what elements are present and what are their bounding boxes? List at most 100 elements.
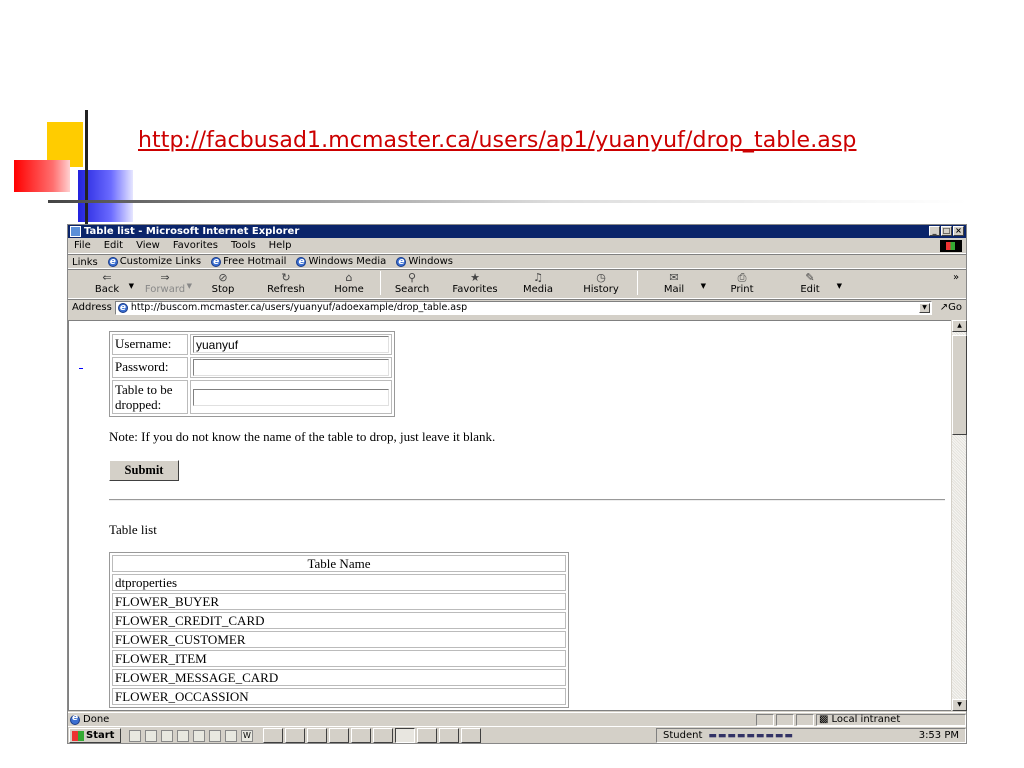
link-free-hotmail[interactable]: Free Hotmail <box>211 255 286 270</box>
back-arrow-icon: ⇐ <box>102 271 112 284</box>
minimize-button[interactable]: _ <box>929 226 940 236</box>
table-to-drop-field[interactable] <box>193 388 389 406</box>
print-icon: ⎙ <box>737 271 747 284</box>
task-button[interactable] <box>285 728 305 743</box>
word-icon[interactable]: W <box>241 729 253 742</box>
menu-help[interactable]: Help <box>269 238 292 253</box>
menu-file[interactable]: File <box>74 238 91 253</box>
link-windows-media[interactable]: Windows Media <box>296 255 386 270</box>
chevron-down-icon[interactable]: ▼ <box>837 280 842 292</box>
chevron-down-icon[interactable]: ▼ <box>129 280 134 292</box>
table-row: FLOWER_BUYER <box>112 593 566 610</box>
history-icon: ◷ <box>596 271 606 284</box>
system-tray: Student ▬▬▬▬▬▬▬▬▬ 3:53 PM <box>656 728 966 743</box>
task-button[interactable] <box>351 728 371 743</box>
maximize-button[interactable]: □ <box>941 226 952 236</box>
task-button[interactable] <box>461 728 481 743</box>
search-icon[interactable] <box>193 729 205 742</box>
home-button[interactable]: ⌂ Home <box>320 272 378 298</box>
link-windows[interactable]: Windows <box>396 255 453 270</box>
go-button[interactable]: ↗Go <box>932 301 966 315</box>
submit-button[interactable]: Submit <box>109 460 179 481</box>
outlook-icon[interactable] <box>177 729 189 742</box>
menu-edit[interactable]: Edit <box>104 238 123 253</box>
print-button[interactable]: ⎙ Print <box>708 272 776 298</box>
toolbar-overflow-button[interactable]: » <box>946 270 966 286</box>
standard-toolbar: ⇐ Back ▼ ⇒ Forward ▼ ⊘ Stop ↻ Refresh ⌂ Home ⚲ S… <box>68 269 966 299</box>
menu-favorites[interactable]: Favorites <box>173 238 218 253</box>
table-row: FLOWER_ITEM <box>112 650 566 667</box>
small-link[interactable] <box>79 368 83 369</box>
chevron-down-icon[interactable]: ▼ <box>701 280 706 292</box>
table-list: Table Name dtproperties FLOWER_BUYER FLO… <box>109 552 569 708</box>
links-label: Links <box>72 257 98 268</box>
link-customize-links[interactable]: Customize Links <box>107 255 201 270</box>
table-cell: FLOWER_MESSAGE_CARD <box>112 669 566 686</box>
scroll-up-icon[interactable]: ▲ <box>952 320 967 332</box>
stop-icon: ⊘ <box>218 271 228 284</box>
task-button[interactable] <box>373 728 393 743</box>
address-input[interactable]: http://buscom.mcmaster.ca/users/yuanyuf/… <box>114 300 932 315</box>
toolbar-separator <box>637 271 638 295</box>
menu-bar: File Edit View Favorites Tools Help <box>68 238 966 254</box>
table-row: dtproperties <box>112 574 566 591</box>
security-zone: ▩ Local intranet <box>816 713 966 726</box>
address-dropdown-icon[interactable]: ▼ <box>919 302 930 313</box>
menu-view[interactable]: View <box>136 238 160 253</box>
status-done: Done <box>68 713 756 725</box>
username-field[interactable] <box>193 336 389 353</box>
media-button[interactable]: ♫ Media <box>509 272 567 298</box>
scrollbar-thumb[interactable] <box>952 335 967 435</box>
stop-button[interactable]: ⊘ Stop <box>194 272 252 298</box>
powerpoint-icon[interactable] <box>225 729 237 742</box>
vertical-scrollbar[interactable]: ▲ ▼ <box>951 320 967 711</box>
start-button[interactable]: Start <box>69 728 121 743</box>
status-cell <box>796 713 814 726</box>
task-button-active[interactable] <box>395 728 415 743</box>
menu-tools[interactable]: Tools <box>231 238 256 253</box>
task-button[interactable] <box>307 728 327 743</box>
edit-button[interactable]: ✎ Edit ▼ <box>776 272 844 298</box>
ie-page-icon <box>296 255 307 270</box>
refresh-button[interactable]: ↻ Refresh <box>252 272 320 298</box>
ie-page-icon <box>396 255 407 270</box>
taskbar: Start W Student ▬▬▬▬▬▬▬▬▬ 3:53 PM <box>68 726 966 744</box>
folder-icon[interactable] <box>209 729 221 742</box>
password-field[interactable] <box>193 359 389 376</box>
refresh-icon: ↻ <box>281 271 291 284</box>
status-bar: Done ▩Local intranet <box>68 712 966 726</box>
favorites-button[interactable]: ★ Favorites <box>441 272 509 298</box>
table-cell: FLOWER_ITEM <box>112 650 566 667</box>
task-button[interactable] <box>263 728 283 743</box>
task-buttons <box>263 728 481 743</box>
forward-button[interactable]: ⇒ Forward ▼ <box>136 272 194 298</box>
slide-decoration-hline <box>48 200 968 203</box>
windows-logo-icon <box>940 240 962 252</box>
toolbar-separator <box>380 271 381 295</box>
table-list-title: Table list <box>109 522 157 537</box>
mail-button[interactable]: ✉ Mail ▼ <box>640 272 708 298</box>
history-button[interactable]: ◷ History <box>567 272 635 298</box>
ie-page-icon <box>117 301 128 315</box>
note-text: Note: If you do not know the name of the… <box>109 429 496 444</box>
table-cell: dtproperties <box>112 574 566 591</box>
links-bar: Links Customize Links Free Hotmail Windo… <box>68 254 966 270</box>
task-button[interactable] <box>417 728 437 743</box>
mail-icon: ✉ <box>669 271 679 284</box>
task-button[interactable] <box>439 728 459 743</box>
scroll-down-icon[interactable]: ▼ <box>952 699 967 711</box>
chevron-down-icon[interactable]: ▼ <box>187 280 192 292</box>
close-button[interactable]: × <box>953 226 964 236</box>
back-button[interactable]: ⇐ Back ▼ <box>78 272 136 298</box>
tray-user-label: Student <box>663 730 703 741</box>
password-label: Password: <box>112 357 188 378</box>
desktop-icon[interactable] <box>129 729 141 742</box>
login-form-table: Username: Password: Table to be dropped: <box>109 331 395 417</box>
task-button[interactable] <box>329 728 349 743</box>
explorer-icon[interactable] <box>145 729 157 742</box>
search-button[interactable]: ⚲ Search <box>383 272 441 298</box>
table-header-row: Table Name <box>112 555 566 572</box>
slide-url-link[interactable]: http://facbusad1.mcmaster.ca/users/ap1/y… <box>138 128 857 153</box>
ie-icon[interactable] <box>161 729 173 742</box>
tray-icons: ▬▬▬▬▬▬▬▬▬ <box>708 730 794 741</box>
